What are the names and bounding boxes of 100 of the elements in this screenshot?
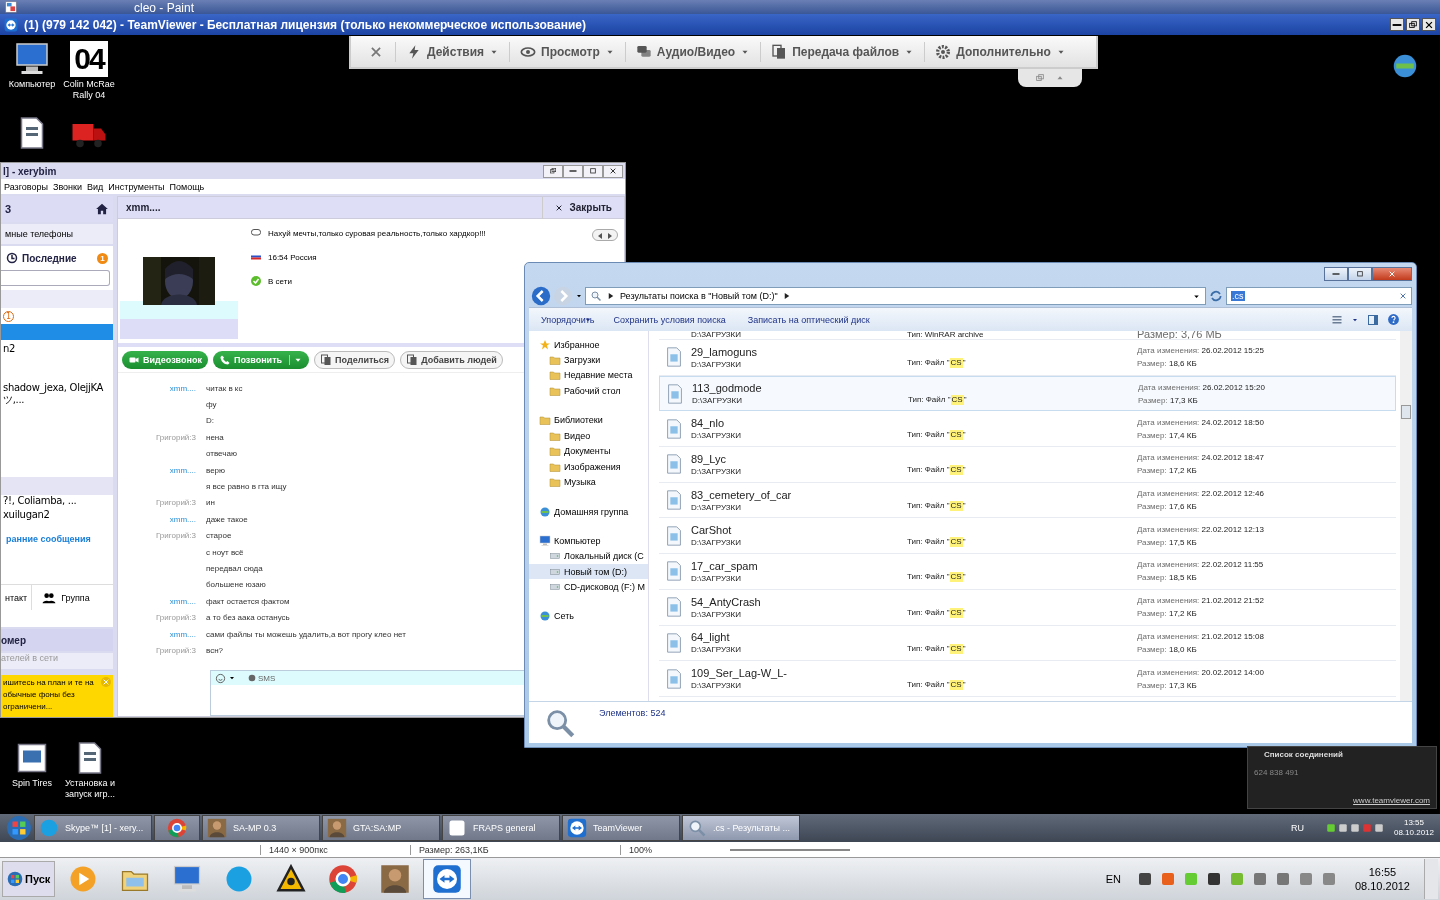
menu-item[interactable]: Инструменты [108,181,165,192]
tray-icon[interactable] [1205,871,1222,887]
address-bar[interactable]: Результаты поиска в "Новый том (D:)" [585,287,1206,305]
search-field[interactable]: .cs [1226,287,1412,305]
file-row[interactable]: 89_Lyc D:\ЗАГРУЗКИ Тип: Файл "CS" Дата изменения: 24.02.2012 18:47 Размер: 17,2 КБ [659,447,1396,483]
nav-item[interactable]: Изображения [529,458,648,475]
toolbar-menu[interactable]: Действия [396,41,511,62]
nav-item[interactable]: Документы [529,443,648,459]
icon-label[interactable]: Colin McRae Rally 04 [61,79,117,101]
group-button[interactable]: Группа [32,585,94,610]
recent-item[interactable]: n2 [1,340,113,356]
clear-icon[interactable] [1399,292,1407,300]
clock[interactable]: 13:55 08.10.2012 [1393,818,1434,838]
pager-arrows[interactable] [592,229,618,241]
toolbar-menu[interactable]: Передача файлов [761,41,926,62]
language-indicator[interactable]: EN [1105,873,1121,885]
file-row[interactable]: 54_AntyCrash D:\ЗАГРУЗКИ Тип: Файл "CS" Дата изменения: 21.02.2012 21:52 Размер: 17,2 КБ [659,589,1396,626]
tray-icon[interactable] [1337,823,1348,833]
file-row[interactable]: CarShot D:\ЗАГРУЗКИ Тип: Файл "CS" Дата изменения: 22.02.2012 12:13 Размер: 17,5 КБ [659,518,1396,555]
toolbar-menu[interactable]: Дополнительно [925,41,1076,62]
file-row[interactable]: 17_car_spam D:\ЗАГРУЗКИ Тип: Файл "CS" Дата изменения: 22.02.2012 11:55 Размер: 18,5 КБ [659,554,1396,590]
taskbar-button[interactable]: Skype™ [1] - xery... [34,815,152,841]
nav-item[interactable]: Видео [529,427,648,444]
nav-item[interactable]: Локальный диск (C [529,548,648,564]
nav-item[interactable]: Загрузки [529,352,648,368]
toolbar-menu[interactable]: Аудио/Видео [625,41,762,62]
action-button[interactable]: Поделиться [314,350,396,369]
close-button[interactable] [603,164,623,178]
search-field[interactable] [1,270,110,286]
refresh-icon[interactable] [1208,288,1224,304]
minimize-button[interactable] [1390,18,1404,31]
close-button[interactable]: Закрыть [542,196,624,219]
icon-label[interactable]: Компьютер [8,79,56,90]
file-row[interactable]: 84_nlo D:\ЗАГРУЗКИ Тип: Файл "CS" Дата изменения: 24.02.2012 18:50 Размер: 17,4 КБ [659,411,1396,448]
preview-pane-icon[interactable] [1367,313,1379,326]
menu-item[interactable]: Звонки [53,181,83,192]
scroll-thumb[interactable] [1401,405,1411,419]
file-row[interactable]: 113_godmode D:\ЗАГРУЗКИ Тип: Файл "CS" Дата изменения: 26.02.2012 15:20 Размер: 17,3 КБ [659,375,1396,412]
language-indicator[interactable]: RU [1290,823,1304,833]
game-logo[interactable]: 04 [70,41,108,77]
file-row[interactable]: 83_cemetery_of_car D:\ЗАГРУЗКИ Тип: Файл "CS" Дата изменения: 22.02.2012 12:46 Размер: 17,6 КБ [659,482,1396,519]
section-title[interactable]: омер [1,629,113,651]
nav-item[interactable]: Сеть [529,608,648,624]
sidebar-item[interactable]: мные телефоны [1,224,113,244]
website-link[interactable]: www.teamviewer.com [1254,796,1430,805]
tray-icon[interactable] [1349,823,1360,833]
recent-item[interactable]: shadow_jexa, OlejjKA ツ,... [1,382,113,407]
start-button[interactable] [6,815,32,841]
maximize-button[interactable] [1348,267,1372,281]
message-input[interactable]: SMS [210,670,524,716]
toolbar-tab[interactable] [1018,69,1082,87]
taskbar-button[interactable]: GTA:SA:MP [322,815,440,841]
earlier-messages-link[interactable]: ранние сообщения [1,522,113,584]
toolbar-button[interactable]: Упорядочить [541,314,592,325]
view-icon[interactable] [1331,313,1343,326]
toolbar-menu[interactable]: Просмотр [510,41,626,62]
maximize-button[interactable] [583,164,603,178]
toolbar-button[interactable]: Сохранить условия поиска [613,314,726,325]
file-row[interactable]: 64_light D:\ЗАГРУЗКИ Тип: Файл "CS" Дата изменения: 21.02.2012 15:08 Размер: 18,0 КБ [659,625,1396,662]
start-button[interactable]: Пуск [2,861,56,897]
taskbar-button[interactable]: SA-MP 0.3 [202,815,320,841]
nav-item[interactable]: Музыка [529,474,648,491]
close-button[interactable] [1422,18,1436,31]
computer-icon[interactable] [14,41,50,77]
taskbar-button[interactable] [154,815,200,841]
recent-item[interactable]: xuilugan2 [1,506,113,522]
tray-icon[interactable] [1373,823,1384,833]
sms-button[interactable]: SMS [248,673,276,683]
file-row[interactable]: 29_lamoguns D:\ЗАГРУЗКИ Тип: Файл "CS" Дата изменения: 26.02.2012 15:25 Размер: 18,6 КБ [659,340,1396,376]
action-button[interactable]: Добавить людей [400,350,503,369]
icon-label[interactable]: Spin Tires [12,778,52,789]
tray-icon[interactable] [1136,871,1153,887]
restore-button[interactable] [543,164,563,178]
toolbar-button[interactable]: Записать на оптический диск [747,314,870,325]
nav-item[interactable]: Новый том (D:) [529,563,648,580]
help-icon[interactable] [1387,313,1400,326]
nav-item[interactable]: Домашняя группа [529,504,648,520]
file-row[interactable]: 109_Ser_Lag-W_L- D:\ЗАГРУЗКИ Тип: Файл "CS" Дата изменения: 20.02.2012 14:00 Размер: 17,3 КБ [659,661,1396,697]
scrollbar[interactable] [1400,331,1412,701]
nav-item[interactable]: CD-дисковод (F:) M [529,579,648,595]
clock[interactable]: 16:55 08.10.2012 [1354,865,1410,893]
nav-item[interactable]: Компьютер [529,533,648,549]
icon-label[interactable]: Установка и запуск игр... [58,778,122,800]
restore-button[interactable] [1406,18,1420,31]
menu-item[interactable]: Вид [87,181,104,192]
smiley-icon[interactable] [215,672,226,684]
menu-item[interactable]: Разговоры [4,181,48,192]
home-icon[interactable] [95,202,109,216]
taskbar-button[interactable]: FRAPS general [442,815,560,841]
section-title[interactable]: Последние [22,252,93,264]
nav-item[interactable]: Недавние места [529,367,648,384]
profile-name[interactable]: 3 [5,203,12,215]
nav-item[interactable]: Избранное [529,337,648,352]
contact-button[interactable]: нтакт [1,585,33,610]
paint-icon[interactable] [4,0,18,14]
nav-item[interactable]: Библиотеки [529,412,648,428]
menu-item[interactable]: Помощь [169,181,205,192]
nav-item[interactable]: Рабочий стол [529,383,648,399]
taskbar-button[interactable]: TeamViewer [562,815,680,841]
back-icon[interactable] [531,286,551,306]
